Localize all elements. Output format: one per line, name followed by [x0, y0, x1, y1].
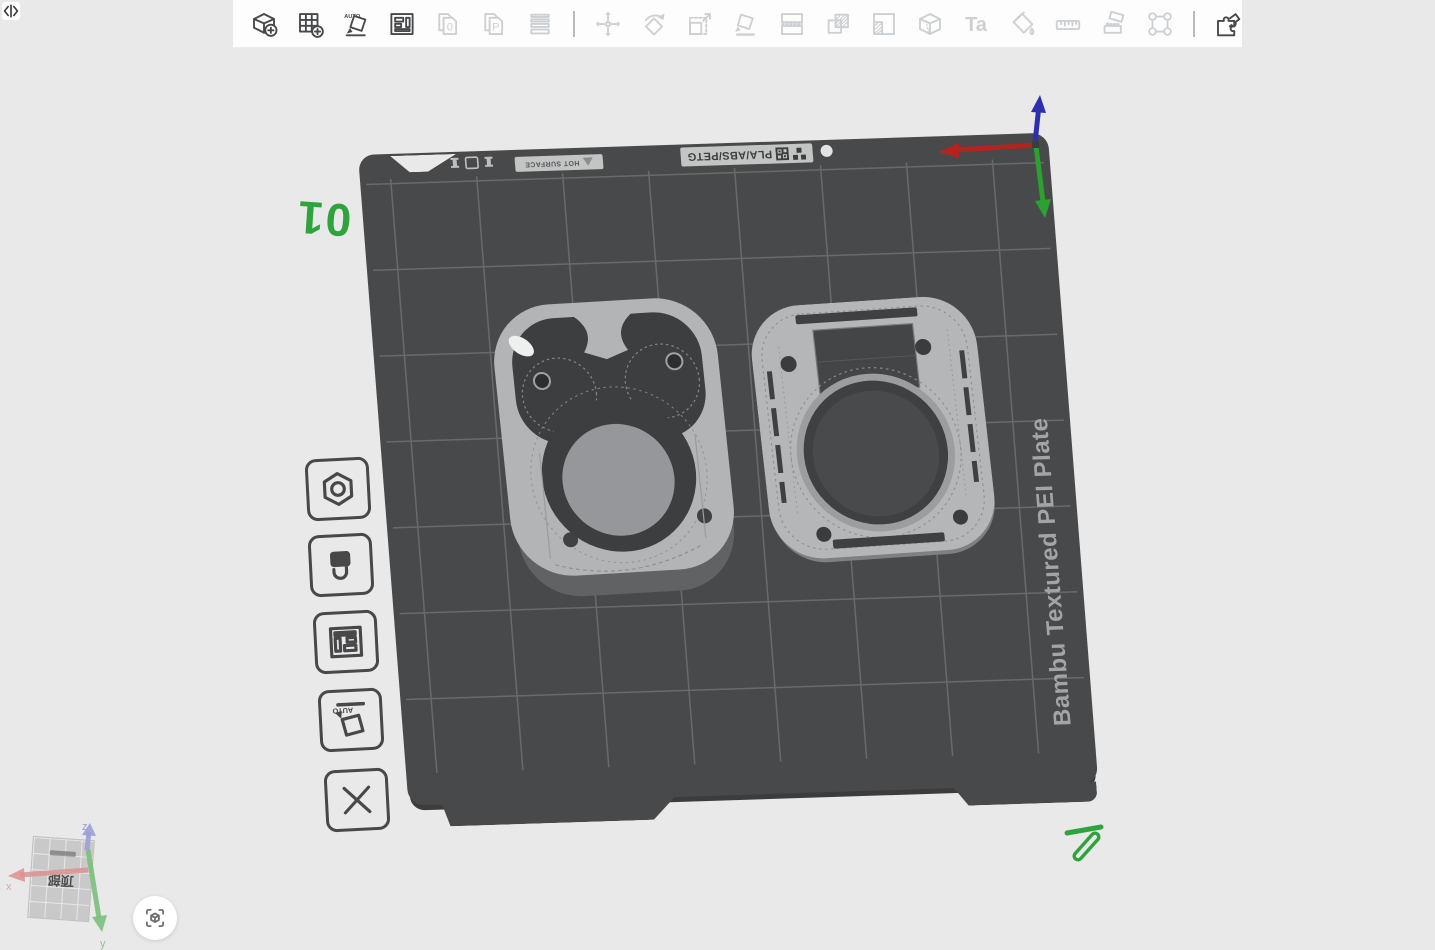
material-label: PLA/ABS/PETG: [680, 143, 813, 166]
model-enclosure-body[interactable]: [488, 295, 750, 607]
navigator-mini-plate: 顶部: [27, 836, 95, 922]
mesh-boolean-button[interactable]: [819, 4, 857, 44]
toolbar-divider: [573, 11, 575, 37]
plate-front-tab: [946, 781, 1097, 806]
cut-button[interactable]: [773, 4, 811, 44]
mesh-boolean-icon: [823, 9, 853, 39]
material-text: PLA/ABS/PETG: [687, 148, 773, 163]
arrange-icon: [387, 9, 417, 39]
color-paint-button[interactable]: [1003, 4, 1041, 44]
measure-ruler-button[interactable]: [1049, 4, 1087, 44]
measure-ruler-icon: [1053, 9, 1083, 39]
add-text-button[interactable]: Ta: [957, 4, 995, 44]
add-plate-icon: [295, 9, 325, 39]
arrange-plate-button[interactable]: [312, 609, 379, 674]
plate-settings-icon: [316, 467, 360, 511]
build-plate[interactable]: HOT SURFACE PLA/ABS/PETG Bambu Textured …: [358, 133, 1098, 806]
move-button[interactable]: [589, 4, 627, 44]
seam-paint-button[interactable]: [1095, 4, 1133, 44]
main-toolbar: AUTO 0 P: [233, 0, 1242, 48]
seam-paint-icon: [1099, 9, 1129, 39]
view-orientation-navigator[interactable]: 顶部 x z y: [0, 820, 140, 950]
lock-icon: [319, 543, 363, 587]
cut-icon: [777, 9, 807, 39]
sidebar-collapse-button[interactable]: [2, 2, 20, 20]
svg-text:0: 0: [447, 21, 453, 33]
move-icon: [593, 9, 623, 39]
scale-button[interactable]: [681, 4, 719, 44]
color-paint-icon: [1007, 9, 1037, 39]
measure-button[interactable]: [911, 4, 949, 44]
copy-icon: 0: [433, 9, 463, 39]
auto-orient-icon: AUTO: [341, 9, 371, 39]
lock-plate-button[interactable]: [307, 532, 374, 597]
auto-orient-plate-button[interactable]: AUTO: [317, 687, 384, 752]
assembly-view-icon: [1213, 9, 1243, 39]
place-on-face-button[interactable]: [727, 4, 765, 44]
plate-origin-axes: [925, 88, 1060, 220]
sidebar-collapse-icon: [2, 2, 20, 20]
auto-orient-plate-icon: AUTO: [329, 698, 373, 742]
navigator-fine-print: [50, 850, 76, 857]
svg-text:AUTO: AUTO: [332, 706, 353, 716]
add-model-button[interactable]: [245, 4, 283, 44]
paste-button[interactable]: P: [475, 4, 513, 44]
spool-icons: [448, 154, 501, 172]
assembly-view-button[interactable]: [1209, 4, 1247, 44]
arrange-button[interactable]: [383, 4, 421, 44]
plate-rim-icons: [448, 154, 501, 172]
rotate-button[interactable]: [635, 4, 673, 44]
svg-text:P: P: [492, 21, 500, 33]
plate-locating-hole: [820, 145, 833, 157]
edit-plate-pencil-icon[interactable]: [1058, 818, 1110, 870]
auto-orient-button[interactable]: AUTO: [337, 4, 375, 44]
paste-icon: P: [479, 9, 509, 39]
delete-plate-button[interactable]: [323, 767, 390, 832]
support-paint-icon: [1145, 9, 1175, 39]
add-text-icon: Ta: [961, 9, 991, 39]
svg-text:x: x: [6, 881, 12, 893]
variable-layer-height-button[interactable]: [521, 4, 559, 44]
delete-plate-icon: [335, 778, 379, 822]
scale-icon: [685, 9, 715, 39]
navigator-view-label: 顶部: [47, 873, 74, 888]
split-to-parts-button[interactable]: [865, 4, 903, 44]
add-model-icon: [249, 9, 279, 39]
hot-surface-label: HOT SURFACE: [514, 154, 603, 172]
svg-text:z: z: [82, 821, 88, 833]
copy-button[interactable]: 0: [429, 4, 467, 44]
fit-view-button[interactable]: [133, 896, 177, 940]
arrange-plate-icon: [324, 620, 368, 664]
svg-text:y: y: [100, 938, 106, 950]
variable-layer-height-icon: [525, 9, 555, 39]
toolbar-divider: [1193, 11, 1195, 37]
warning-triangle-icon: [583, 158, 594, 166]
plate-front-tab: [436, 795, 683, 827]
add-plate-button[interactable]: [291, 4, 329, 44]
measure-icon: [915, 9, 945, 39]
mounting-plate-mesh: [746, 293, 1007, 570]
hot-surface-text: HOT SURFACE: [524, 159, 579, 168]
fit-view-icon: [142, 905, 168, 931]
plate-number: 01: [294, 190, 353, 248]
rotate-icon: [639, 9, 669, 39]
squares-icon: [793, 147, 807, 160]
enclosure-body-mesh: [484, 292, 753, 610]
svg-text:Ta: Ta: [965, 13, 988, 35]
model-mounting-plate[interactable]: [750, 297, 1002, 566]
split-to-parts-icon: [869, 9, 899, 39]
qr-code-icon: [776, 147, 790, 160]
place-on-face-icon: [731, 9, 761, 39]
plate-settings-button[interactable]: [304, 456, 371, 521]
support-paint-button[interactable]: [1141, 4, 1179, 44]
